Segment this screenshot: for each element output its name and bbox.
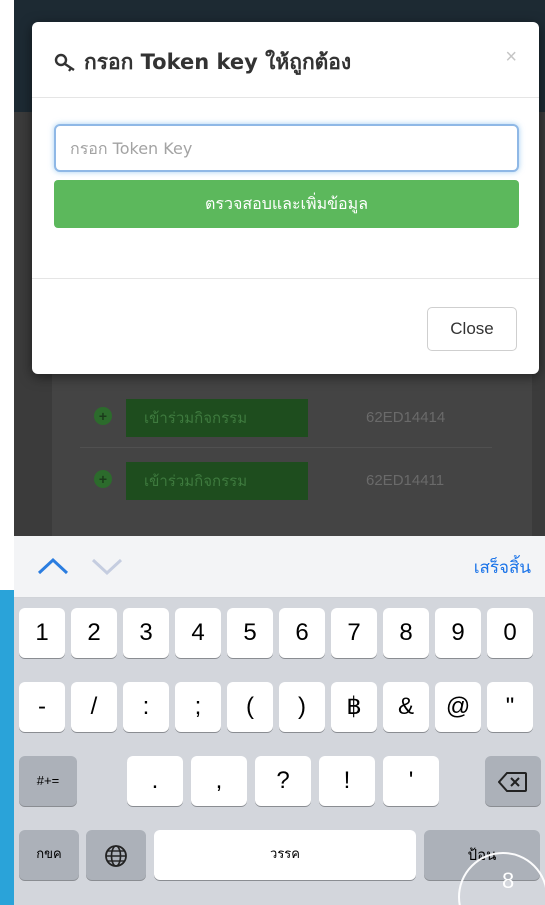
key[interactable]: 1 [19, 608, 65, 658]
backspace-key[interactable] [485, 756, 541, 806]
key[interactable]: " [487, 682, 533, 732]
key[interactable]: : [123, 682, 169, 732]
key[interactable]: , [191, 756, 247, 806]
key[interactable]: 9 [435, 608, 481, 658]
key-icon [54, 53, 78, 73]
done-button[interactable]: เสร็จสิ้น [474, 554, 531, 581]
left-accent-bar [0, 590, 14, 905]
token-key-input[interactable] [54, 124, 519, 172]
key[interactable]: 0 [487, 608, 533, 658]
keyboard-row-punct: #+= . , ? ! ' [14, 756, 545, 808]
backspace-icon [497, 771, 528, 792]
modal-footer: Close [32, 278, 539, 374]
activity-table: + เข้าร่วมกิจกรรม 62ED14414 + เข้าร่วมกิ… [80, 385, 492, 509]
close-icon[interactable]: × [505, 46, 517, 69]
key[interactable]: 7 [331, 608, 377, 658]
key[interactable]: 2 [71, 608, 117, 658]
touch-indicator-number: 8 [502, 868, 515, 893]
token-modal: กรอก Token key ให้ถูกต้อง × ตรวจสอบและเพ… [32, 22, 539, 374]
join-activity-button[interactable]: เข้าร่วมกิจกรรม [126, 462, 308, 500]
plus-icon[interactable]: + [94, 407, 112, 425]
key[interactable]: ) [279, 682, 325, 732]
key[interactable]: ! [319, 756, 375, 806]
shift-symbols-key[interactable]: #+= [19, 756, 77, 806]
key[interactable]: 4 [175, 608, 221, 658]
key[interactable]: ฿ [331, 682, 377, 732]
key[interactable]: 5 [227, 608, 273, 658]
modal-header: กรอก Token key ให้ถูกต้อง × [32, 22, 539, 98]
key[interactable]: ? [255, 756, 311, 806]
modal-title: กรอก Token key ให้ถูกต้อง [54, 46, 351, 79]
key[interactable]: . [127, 756, 183, 806]
key[interactable]: ; [175, 682, 221, 732]
table-row: + เข้าร่วมกิจกรรม 62ED14411 [80, 447, 492, 509]
modal-title-text: กรอก Token key ให้ถูกต้อง [84, 50, 352, 74]
key[interactable]: 3 [123, 608, 169, 658]
key[interactable]: / [71, 682, 117, 732]
onscreen-keyboard: 1 2 3 4 5 6 7 8 9 0 - / : ; ( ) ฿ & @ " … [14, 598, 545, 905]
close-button[interactable]: Close [427, 307, 517, 351]
token-code: 62ED14411 [366, 472, 445, 489]
key[interactable]: @ [435, 682, 481, 732]
chevron-up-icon[interactable] [36, 556, 70, 581]
join-activity-button[interactable]: เข้าร่วมกิจกรรม [126, 399, 308, 437]
key[interactable]: & [383, 682, 429, 732]
token-code: 62ED14414 [366, 409, 446, 426]
chevron-down-icon[interactable] [90, 556, 124, 581]
keyboard-row-symbols: - / : ; ( ) ฿ & @ " [14, 682, 545, 734]
key[interactable]: ' [383, 756, 439, 806]
keyboard-row-numbers: 1 2 3 4 5 6 7 8 9 0 [14, 608, 545, 660]
space-key[interactable]: วรรค [154, 830, 416, 880]
plus-icon[interactable]: + [94, 470, 112, 488]
keyboard-accessory-bar: เสร็จสิ้น [14, 536, 545, 598]
globe-icon [104, 844, 128, 867]
table-row: + เข้าร่วมกิจกรรม 62ED14414 [80, 385, 492, 447]
key[interactable]: 8 [383, 608, 429, 658]
language-key[interactable]: กขค [19, 830, 79, 880]
verify-and-add-button[interactable]: ตรวจสอบและเพิ่มข้อมูล [54, 180, 519, 228]
key[interactable]: - [19, 682, 65, 732]
globe-key[interactable] [86, 830, 146, 880]
key[interactable]: ( [227, 682, 273, 732]
key[interactable]: 6 [279, 608, 325, 658]
